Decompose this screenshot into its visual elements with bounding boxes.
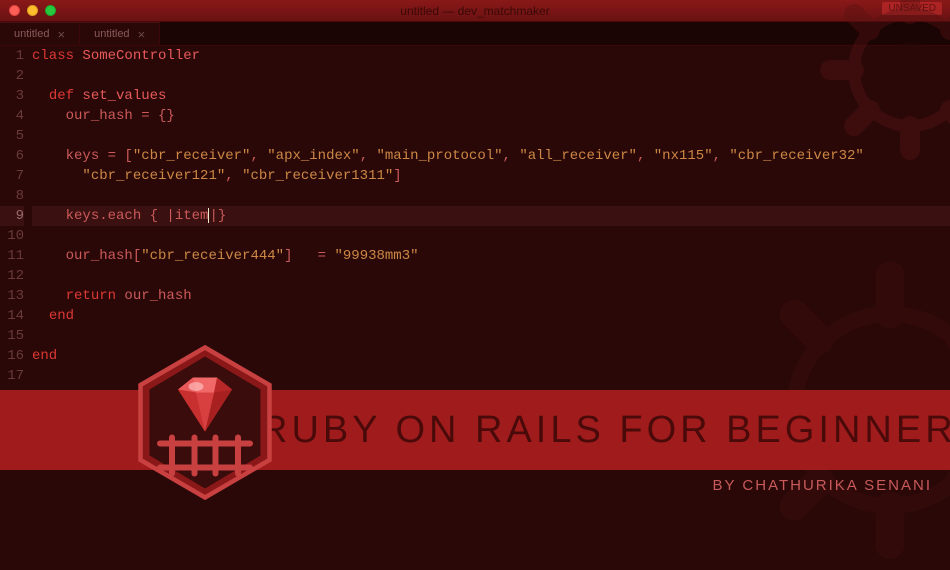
tab-label: untitled	[94, 28, 129, 40]
tab-bar: untitled × untitled ×	[0, 22, 950, 46]
close-window-button[interactable]	[9, 5, 20, 16]
window-titlebar: untitled — dev_matchmaker UNSAVED	[0, 0, 950, 22]
code-line[interactable]	[32, 226, 950, 246]
line-number: 2	[0, 66, 24, 86]
line-number: 5	[0, 126, 24, 146]
zoom-window-button[interactable]	[45, 5, 56, 16]
line-number: 11	[0, 246, 24, 266]
line-number: 15	[0, 326, 24, 346]
minimize-window-button[interactable]	[27, 5, 38, 16]
line-number: 8	[0, 186, 24, 206]
code-line[interactable]	[32, 186, 950, 206]
line-number-gutter: 123456789101112131415161718	[0, 46, 32, 366]
line-number: 13	[0, 286, 24, 306]
tab-label: untitled	[14, 28, 49, 40]
window-title: untitled — dev_matchmaker	[400, 4, 549, 18]
tab-untitled-2[interactable]: untitled ×	[80, 22, 160, 45]
line-number: 3	[0, 86, 24, 106]
byline: BY CHATHURIKA SENANI	[713, 477, 933, 494]
tab-close-icon[interactable]: ×	[57, 28, 65, 41]
traffic-lights	[0, 5, 56, 16]
line-number: 17	[0, 366, 24, 386]
gear-decoration-icon	[810, 0, 950, 170]
line-number: 16	[0, 346, 24, 366]
line-number: 12	[0, 266, 24, 286]
line-number: 7	[0, 166, 24, 186]
banner-title: RUBY ON RAILS FOR BEGINNERS	[260, 409, 950, 452]
line-number: 1	[0, 46, 24, 66]
line-number: 9	[0, 206, 24, 226]
line-number: 14	[0, 306, 24, 326]
line-number: 6	[0, 146, 24, 166]
tab-close-icon[interactable]: ×	[138, 28, 146, 41]
tab-untitled-1[interactable]: untitled ×	[0, 22, 80, 45]
line-number: 4	[0, 106, 24, 126]
code-line[interactable]: keys.each { |item|}	[32, 206, 950, 226]
ruby-rails-logo-icon	[130, 342, 280, 512]
line-number: 10	[0, 226, 24, 246]
